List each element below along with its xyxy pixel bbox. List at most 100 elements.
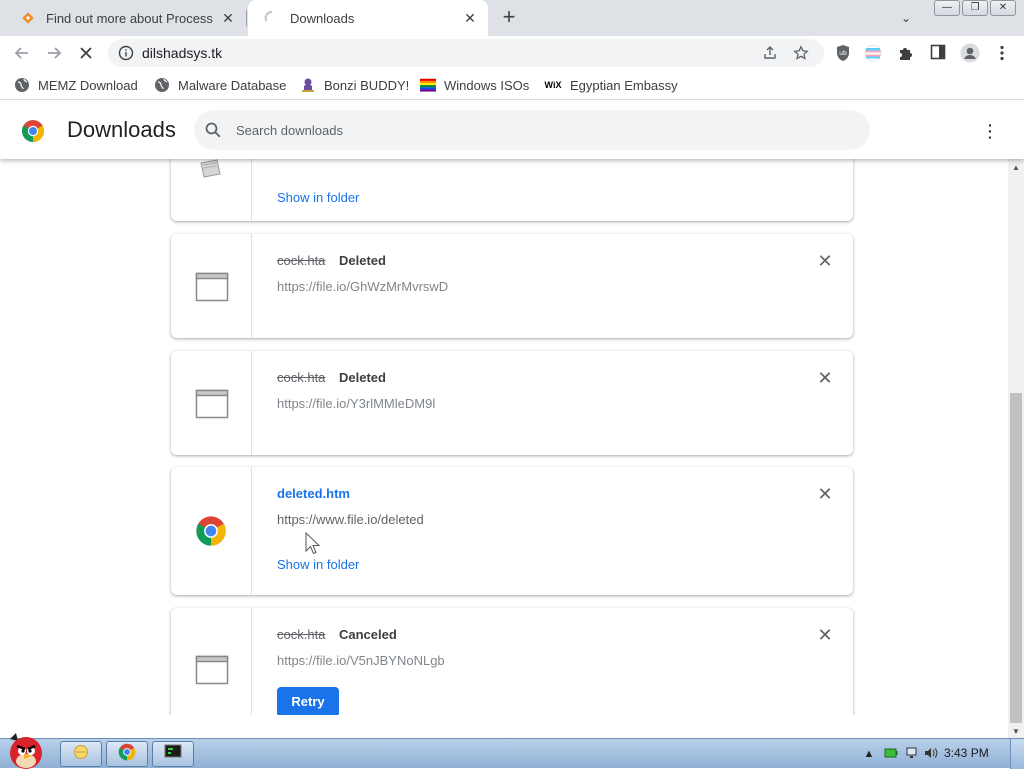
source-url: https://file.io/GhWzMrMvrswD — [277, 279, 449, 294]
angry-bird-start-icon[interactable] — [2, 731, 52, 769]
wix-icon: WiX — [544, 80, 562, 90]
bookmark-egyptian-embassy[interactable]: WiX Egyptian Embassy — [544, 76, 678, 94]
page-title: Downloads — [67, 117, 176, 142]
battery-icon[interactable] — [884, 747, 898, 761]
bookmark-malware-database[interactable]: Malware Database — [154, 76, 286, 94]
tab-strip: Find out more about Process H ✕ Download… — [0, 0, 1024, 36]
status-text: Deleted — [339, 370, 386, 385]
file-icon-column — [171, 351, 252, 455]
file-icon-column — [171, 608, 252, 715]
restore-button[interactable]: ❐ — [962, 0, 988, 16]
scroll-down-icon[interactable]: ▼ — [1012, 727, 1020, 736]
file-icon — [195, 159, 229, 185]
taskbar-explorer[interactable] — [60, 741, 102, 767]
diamond-orange-icon — [20, 10, 36, 26]
bookmark-label: Malware Database — [178, 77, 287, 93]
page-scrollbar[interactable]: ▲ ▼ — [1008, 159, 1024, 738]
info-icon[interactable] — [118, 45, 134, 61]
download-item: cock.hta Deleted https://file.io/Y3rlMMl… — [171, 351, 853, 455]
window-controls: — ❐ ✕ — [934, 0, 1016, 18]
chrome-icon — [118, 743, 136, 766]
bookmark-memz[interactable]: MEMZ Download — [14, 76, 138, 94]
window-file-icon — [195, 655, 229, 685]
profile-icon[interactable] — [960, 43, 980, 63]
window-file-icon — [195, 272, 229, 302]
taskbar-terminal[interactable] — [152, 741, 194, 767]
more-actions-button[interactable]: ⋮ — [980, 121, 1000, 141]
show-hidden-icons[interactable]: ▲ — [862, 747, 876, 761]
remove-icon[interactable]: ✕ — [817, 626, 833, 644]
download-item: deleted.htm https://www.file.io/deleted … — [171, 467, 853, 595]
source-url[interactable]: https://www.file.io/deleted — [277, 512, 424, 527]
download-item: Show in folder — [171, 159, 853, 221]
bookmark-label: Windows ISOs — [444, 77, 530, 93]
star-icon[interactable] — [793, 45, 809, 61]
file-icon-column — [171, 159, 252, 221]
chrome-file-icon — [195, 515, 229, 546]
download-item: cock.hta Canceled https://file.io/V5nJBY… — [171, 608, 853, 715]
bookmarks-bar: MEMZ Download Malware Database Bonzi BUD… — [0, 70, 1024, 100]
downloads-list: Show in folder cock.hta Deleted https://… — [0, 159, 1008, 715]
address-bar[interactable]: dilshadsys.tk — [108, 39, 824, 67]
menu-icon[interactable] — [993, 44, 1011, 62]
terminal-icon — [164, 744, 182, 765]
tab-title: Find out more about Process H — [46, 10, 214, 26]
browser-toolbar: dilshadsys.tk ub — [0, 36, 1024, 70]
search-input[interactable] — [236, 120, 836, 140]
loading-spinner-icon — [264, 10, 280, 26]
show-in-folder-link[interactable]: Show in folder — [277, 557, 359, 572]
back-icon[interactable] — [10, 41, 34, 65]
tab-search-button[interactable]: ⌄ — [896, 8, 916, 28]
network-icon[interactable] — [906, 747, 920, 761]
tab-process-h[interactable]: Find out more about Process H ✕ — [4, 0, 246, 36]
minimize-button[interactable]: — — [934, 0, 960, 16]
windows-taskbar: ▲ 3:43 PM — [0, 733, 1024, 769]
search-icon — [204, 121, 222, 139]
sidepanel-icon[interactable] — [929, 44, 947, 62]
file-name: cock.hta — [277, 253, 326, 268]
forward-icon[interactable] — [42, 41, 66, 65]
remove-icon[interactable]: ✕ — [817, 369, 833, 387]
show-desktop-button[interactable] — [1010, 739, 1024, 769]
download-item: cock.hta Deleted https://file.io/GhWzMrM… — [171, 234, 853, 338]
status-text: Canceled — [339, 627, 397, 642]
chrome-logo-icon — [21, 119, 45, 143]
file-name-link[interactable]: deleted.htm — [277, 486, 350, 501]
bookmark-bonzi-buddy[interactable]: Bonzi BUDDY! — [300, 76, 409, 94]
bookmark-windows-isos[interactable]: Windows ISOs — [420, 76, 529, 94]
folder-icon — [72, 744, 90, 765]
ublock-icon[interactable]: ub — [834, 44, 852, 62]
taskbar-clock[interactable]: 3:43 PM — [944, 746, 989, 760]
window-file-icon — [195, 389, 229, 419]
status-text: Deleted — [339, 253, 386, 268]
taskbar-chrome[interactable] — [106, 741, 148, 767]
retry-button[interactable]: Retry — [277, 687, 339, 715]
remove-icon[interactable]: ✕ — [817, 485, 833, 503]
source-url: https://file.io/V5nJBYNoNLgb — [277, 653, 445, 668]
remove-icon[interactable]: ✕ — [817, 252, 833, 270]
scroll-up-icon[interactable]: ▲ — [1012, 163, 1020, 172]
scrollbar-thumb[interactable] — [1010, 393, 1022, 723]
search-downloads[interactable] — [194, 110, 870, 150]
new-tab-button[interactable]: + — [497, 6, 521, 30]
downloads-header: Downloads ⋮ — [0, 101, 1024, 159]
file-icon-column — [171, 467, 252, 595]
volume-icon[interactable] — [924, 747, 938, 761]
bookmark-label: MEMZ Download — [38, 77, 138, 93]
file-icon-column — [171, 234, 252, 338]
extensions-icon[interactable] — [897, 44, 915, 62]
close-tab-icon[interactable]: ✕ — [462, 10, 478, 26]
show-in-folder-link[interactable]: Show in folder — [277, 190, 359, 205]
file-name: cock.hta — [277, 370, 326, 385]
close-tab-icon[interactable]: ✕ — [220, 10, 236, 26]
tab-separator — [246, 10, 247, 26]
file-name: cock.hta — [277, 627, 326, 642]
tab-title: Downloads — [290, 10, 355, 26]
close-window-button[interactable]: ✕ — [990, 0, 1016, 16]
stop-icon[interactable] — [74, 41, 98, 65]
flag-icon[interactable] — [864, 44, 882, 62]
source-url: https://file.io/Y3rlMMleDM9l — [277, 396, 436, 411]
share-icon[interactable] — [762, 45, 778, 61]
svg-text:ub: ub — [839, 50, 847, 57]
tab-downloads[interactable]: Downloads ✕ — [248, 0, 488, 36]
